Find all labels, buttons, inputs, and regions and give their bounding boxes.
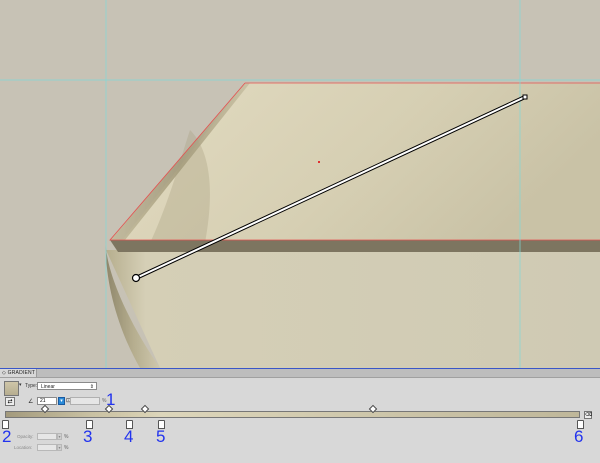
type-label: Type: — [25, 383, 38, 389]
gradient-panel: ◇ GRADIENT ▾ Type: Linear ⇕ ⇄ ∠ 21 ▾ ⊡ %… — [0, 368, 600, 463]
location-label: Location: — [14, 445, 33, 450]
gradient-origin-handle[interactable] — [131, 273, 141, 283]
opacity-input[interactable] — [37, 433, 57, 440]
aspect-ratio-input[interactable] — [70, 397, 100, 405]
gradient-end-handle[interactable] — [522, 94, 528, 100]
gradient-swatch-icon[interactable] — [4, 381, 19, 396]
angle-input[interactable]: 21 — [37, 397, 57, 405]
location-dropdown[interactable]: ▾ — [57, 444, 62, 451]
callout-6: 6 — [574, 427, 584, 446]
callout-5: 5 — [156, 427, 166, 446]
gradient-slider[interactable] — [5, 411, 580, 418]
center-point — [318, 161, 320, 163]
callout-4: 4 — [124, 427, 134, 446]
front-face — [106, 250, 600, 368]
color-stop[interactable] — [577, 420, 584, 429]
tab-gradient[interactable]: ◇ GRADIENT — [0, 369, 37, 377]
callout-2: 2 — [2, 427, 12, 446]
top-edge — [110, 240, 600, 252]
panel-tab-bar: ◇ GRADIENT — [0, 369, 600, 378]
color-stop[interactable] — [126, 420, 134, 429]
color-stop[interactable] — [85, 420, 93, 429]
artboard-canvas[interactable] — [0, 0, 600, 368]
reverse-gradient-icon[interactable]: ⇄ — [5, 397, 15, 406]
location-percent-sign: % — [64, 445, 69, 451]
opacity-label: Opacity: — [17, 434, 34, 439]
color-stop[interactable] — [2, 420, 9, 429]
angle-icon: ∠ — [28, 399, 34, 405]
gradient-type-value: Linear — [41, 384, 55, 390]
callout-3: 3 — [83, 427, 93, 446]
chevron-updown-icon: ⇕ — [89, 384, 94, 390]
opacity-percent-sign: % — [64, 434, 69, 440]
location-input[interactable] — [37, 444, 57, 451]
chevron-down-icon[interactable]: ▾ — [19, 382, 22, 388]
color-stop[interactable] — [157, 420, 165, 429]
opacity-dropdown[interactable]: ▾ — [57, 433, 62, 440]
angle-dropdown-button[interactable]: ▾ — [58, 397, 65, 405]
gradient-type-select[interactable]: Linear ⇕ — [37, 382, 97, 390]
delete-stop-icon[interactable]: ⌫ — [584, 411, 592, 419]
